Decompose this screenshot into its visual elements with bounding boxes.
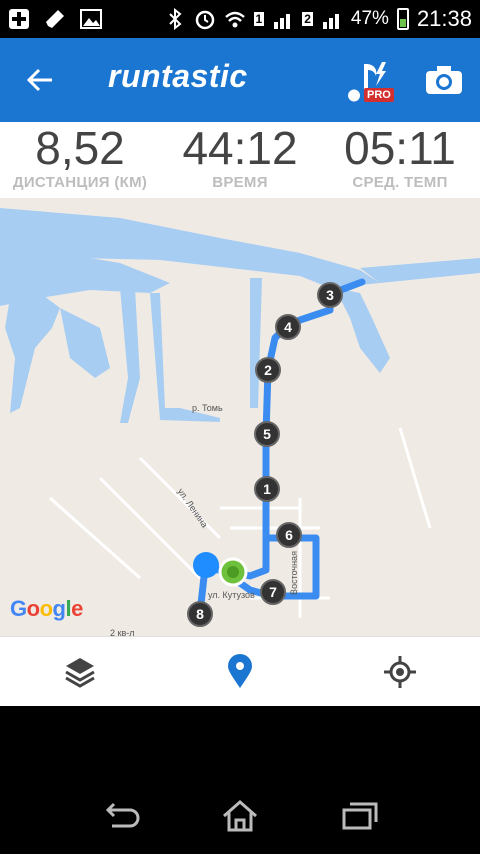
stat-pace: 05:11 СРЕД. ТЕМП: [320, 122, 480, 198]
street-bottom: 2 кв-л: [110, 628, 135, 636]
pace-value: 05:11: [344, 122, 456, 174]
channel: [60, 308, 110, 378]
signal-icon: [272, 8, 294, 30]
signal-icon-2: [321, 8, 343, 30]
stats-panel: 8,52 ДИСТАНЦИЯ (КМ) 44:12 ВРЕМЯ 05:11 СР…: [0, 122, 480, 198]
distance-value: 8,52: [35, 122, 125, 174]
bluetooth-icon: [164, 7, 186, 31]
km-marker-5-label: 5: [263, 426, 271, 442]
km-marker-8[interactable]: 8: [187, 601, 213, 627]
locate-icon[interactable]: [382, 654, 418, 690]
km-marker-2[interactable]: 2: [255, 357, 281, 383]
river-bend: [335, 288, 390, 373]
pen-icon: [44, 8, 66, 30]
sim1-badge: 1: [253, 12, 265, 26]
time-value: 44:12: [182, 122, 298, 174]
bottom-nav: [0, 636, 480, 706]
recents-icon[interactable]: [340, 798, 380, 834]
current-position-marker: [193, 552, 219, 578]
google-logo: Google: [10, 596, 83, 621]
km-marker-2-label: 2: [264, 362, 272, 378]
river-water-3: [5, 293, 60, 413]
add-icon: [8, 8, 30, 30]
km-marker-1[interactable]: 1: [254, 476, 280, 502]
map-view[interactable]: 1 2 3 4 5 6 7 8 р. Томь ул. Ленина ул. К…: [0, 198, 480, 636]
home-icon[interactable]: [220, 798, 260, 834]
stat-time: 44:12 ВРЕМЯ: [160, 122, 320, 198]
street-river: р. Томь: [192, 403, 223, 413]
time-label: ВРЕМЯ: [212, 174, 268, 191]
alarm-icon: [194, 8, 216, 30]
km-marker-6[interactable]: 6: [276, 522, 302, 548]
app-bar: runtastic PRO: [0, 38, 480, 122]
back-arrow-icon[interactable]: [22, 62, 58, 98]
km-marker-8-label: 8: [196, 606, 204, 622]
sim2-badge: 2: [302, 12, 313, 26]
channel-2: [120, 288, 140, 423]
street-kutuzova: ул. Кутузов: [208, 590, 255, 600]
distance-label: ДИСТАНЦИЯ (КМ): [12, 174, 148, 191]
km-marker-3[interactable]: 3: [317, 282, 343, 308]
map-canvas: 1 2 3 4 5 6 7 8: [0, 208, 480, 627]
pace-label: СРЕД. ТЕМП: [352, 174, 448, 191]
image-icon: [80, 8, 102, 30]
battery-icon: [396, 8, 409, 30]
app-logo: runtastic: [108, 58, 248, 94]
river-bend-2: [360, 258, 480, 283]
map-pin-icon[interactable]: [222, 654, 258, 690]
clock: 21:38: [416, 6, 472, 31]
km-marker-4-label: 4: [284, 319, 292, 335]
layers-icon[interactable]: [62, 654, 98, 690]
pro-badge: PRO: [364, 88, 394, 102]
wifi-icon: [224, 8, 246, 30]
street-vostochnaya: Восточная: [288, 551, 299, 595]
km-marker-6-label: 6: [285, 527, 293, 543]
km-marker-4[interactable]: 4: [275, 314, 301, 340]
km-marker-5[interactable]: 5: [254, 421, 280, 447]
battery-percent: 47%: [350, 8, 389, 29]
camera-icon[interactable]: [424, 64, 464, 96]
km-marker-7[interactable]: 7: [260, 579, 286, 605]
channel-4: [250, 278, 262, 408]
km-marker-7-label: 7: [269, 584, 277, 600]
km-marker-1-label: 1: [263, 481, 271, 497]
back-icon[interactable]: [100, 798, 140, 834]
status-bar: 1 2 47% 21:38: [0, 0, 480, 38]
stat-distance: 8,52 ДИСТАНЦИЯ (КМ): [0, 122, 160, 198]
km-marker-3-label: 3: [326, 287, 334, 303]
system-nav: [0, 706, 480, 854]
